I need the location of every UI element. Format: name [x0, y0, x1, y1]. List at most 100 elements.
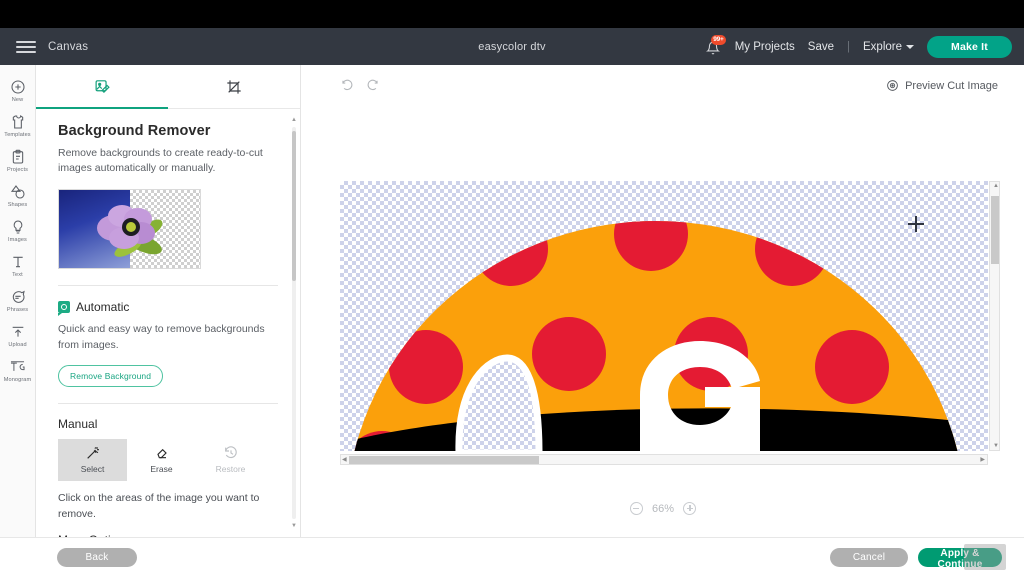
sidebar-item-templates[interactable]: Templates: [0, 108, 36, 143]
sidebar-item-projects[interactable]: Projects: [0, 143, 36, 178]
zoom-in-icon[interactable]: [683, 502, 697, 515]
scroll-down-icon[interactable]: ▼: [993, 443, 999, 449]
zoom-level-value: 66%: [651, 502, 675, 515]
panel-description: Remove backgrounds to create ready-to-cu…: [58, 147, 263, 175]
background-remover-panel: Background Remover Remove backgrounds to…: [36, 65, 301, 537]
restore-tool-button[interactable]: Restore: [196, 438, 265, 481]
restore-clock-icon: [224, 446, 237, 459]
sidebar-item-label: Templates: [4, 132, 31, 138]
zoom-out-icon[interactable]: [629, 502, 643, 515]
eye-icon: [887, 80, 898, 91]
panel-tabs: [36, 65, 300, 109]
crop-icon: [227, 79, 241, 94]
tab-crop[interactable]: [168, 65, 300, 108]
canvas-label: Canvas: [48, 40, 89, 53]
artboard[interactable]: [340, 181, 988, 451]
sidebar-item-label: Monogram: [3, 377, 32, 383]
scrollbar-thumb[interactable]: [292, 131, 296, 281]
automatic-description: Quick and easy way to remove backgrounds…: [58, 323, 265, 352]
artwork-image: [346, 221, 966, 451]
image-edit-icon: [95, 80, 110, 94]
remove-background-button[interactable]: Remove Background: [58, 364, 164, 387]
canvas-area: Preview Cut Image ▲ ▼ ◀ ▶ 66%: [302, 65, 1024, 537]
sidebar-item-phrases[interactable]: Phrases: [0, 283, 36, 318]
vscrollbar-thumb[interactable]: [991, 196, 999, 264]
plus-circle-icon: [10, 80, 25, 94]
speech-bubble-icon: [12, 290, 25, 303]
manual-tool-group: Select Erase Restore: [58, 438, 265, 481]
zoom-control: 66%: [302, 502, 1024, 515]
app-header: Canvas easycolor dtv 99+ My Projects Sav…: [0, 28, 1024, 65]
left-tool-rail: New Templates Projects Shapes Images Tex…: [0, 65, 36, 548]
scroll-up-icon[interactable]: ▲: [291, 117, 297, 123]
scroll-right-icon[interactable]: ▶: [980, 456, 985, 463]
chevron-down-icon: [906, 44, 914, 49]
history-controls: [340, 79, 380, 93]
manual-hint: Click on the areas of the image you want…: [58, 491, 260, 520]
manual-title: Manual: [58, 416, 98, 431]
auto-tag-icon: [58, 301, 70, 317]
scroll-up-icon[interactable]: ▲: [993, 183, 999, 189]
apply-continue-button[interactable]: Apply & Continue: [918, 548, 1002, 570]
hscrollbar-thumb[interactable]: [349, 456, 539, 464]
tab-background-remover[interactable]: [36, 65, 168, 108]
sidebar-item-shapes[interactable]: Shapes: [0, 178, 36, 213]
back-button[interactable]: Back: [57, 548, 137, 567]
sidebar-item-new[interactable]: New: [0, 73, 36, 108]
scroll-left-icon[interactable]: ◀: [342, 456, 347, 463]
undo-arrow-icon[interactable]: [340, 79, 354, 93]
canvas-vertical-scrollbar[interactable]: ▲ ▼: [989, 181, 1000, 451]
lightbulb-icon: [13, 220, 22, 234]
redo-arrow-icon[interactable]: [366, 79, 380, 93]
sidebar-item-monogram[interactable]: Monogram: [0, 353, 36, 388]
panel-divider: [58, 285, 278, 287]
automatic-section-header: Automatic: [58, 300, 278, 317]
sidebar-item-label: Upload: [8, 342, 27, 348]
panel-content: Background Remover Remove backgrounds to…: [36, 109, 300, 537]
magic-wand-icon: [86, 447, 99, 460]
sidebar-item-text[interactable]: Text: [0, 248, 36, 283]
clipboard-icon: [12, 149, 23, 164]
sidebar-item-label: Projects: [6, 167, 28, 173]
cancel-button[interactable]: Cancel: [830, 548, 908, 567]
shapes-icon: [10, 185, 25, 199]
erase-tool-button[interactable]: Erase: [127, 438, 196, 481]
canvas-stage: ▲ ▼ ◀ ▶: [340, 181, 1000, 465]
scroll-down-icon[interactable]: ▼: [291, 523, 297, 529]
letterbox-top: [0, 0, 1024, 28]
my-projects-link[interactable]: My Projects: [735, 41, 795, 53]
manual-divider: [58, 402, 278, 404]
upload-arrow-icon: [12, 326, 23, 337]
flower-artwork-icon: [97, 205, 163, 258]
canvas-horizontal-scrollbar[interactable]: ◀ ▶: [340, 454, 988, 465]
panel-scrollbar[interactable]: ▲ ▼: [291, 117, 297, 529]
app-frame: Canvas easycolor dtv 99+ My Projects Sav…: [0, 28, 1024, 576]
sidebar-item-label: New: [11, 97, 24, 103]
tool-label: Restore: [215, 464, 246, 475]
eraser-icon: [156, 449, 167, 459]
sidebar-item-images[interactable]: Images: [0, 213, 36, 248]
tshirt-icon: [12, 115, 23, 129]
text-t-icon: [12, 256, 23, 268]
automatic-title: Automatic: [76, 300, 130, 315]
explore-menu[interactable]: Explore: [863, 41, 914, 53]
app-root: Canvas easycolor dtv 99+ My Projects Sav…: [0, 0, 1024, 576]
sidebar-item-label: Phrases: [6, 307, 29, 313]
image-thumbnail[interactable]: [58, 189, 201, 270]
monogram-icon: [10, 361, 25, 371]
tool-label: Erase: [150, 464, 173, 475]
hamburger-icon[interactable]: [8, 40, 44, 53]
preview-cut-image-button[interactable]: Preview Cut Image: [886, 79, 998, 92]
header-separator: |: [847, 40, 850, 53]
sidebar-item-upload[interactable]: Upload: [0, 318, 36, 353]
sidebar-item-label: Shapes: [7, 202, 28, 208]
notifications-button[interactable]: 99+: [704, 34, 727, 57]
preview-cut-image-label: Preview Cut Image: [905, 79, 998, 92]
sidebar-item-label: Images: [8, 237, 27, 243]
tool-label: Select: [80, 464, 105, 475]
make-it-button[interactable]: Make It: [927, 35, 1012, 58]
page-title: Background Remover: [58, 123, 211, 139]
select-tool-button[interactable]: Select: [58, 438, 127, 481]
save-button[interactable]: Save: [808, 41, 834, 53]
bottom-action-bar: Back Cancel Apply & Continue: [0, 537, 1024, 576]
